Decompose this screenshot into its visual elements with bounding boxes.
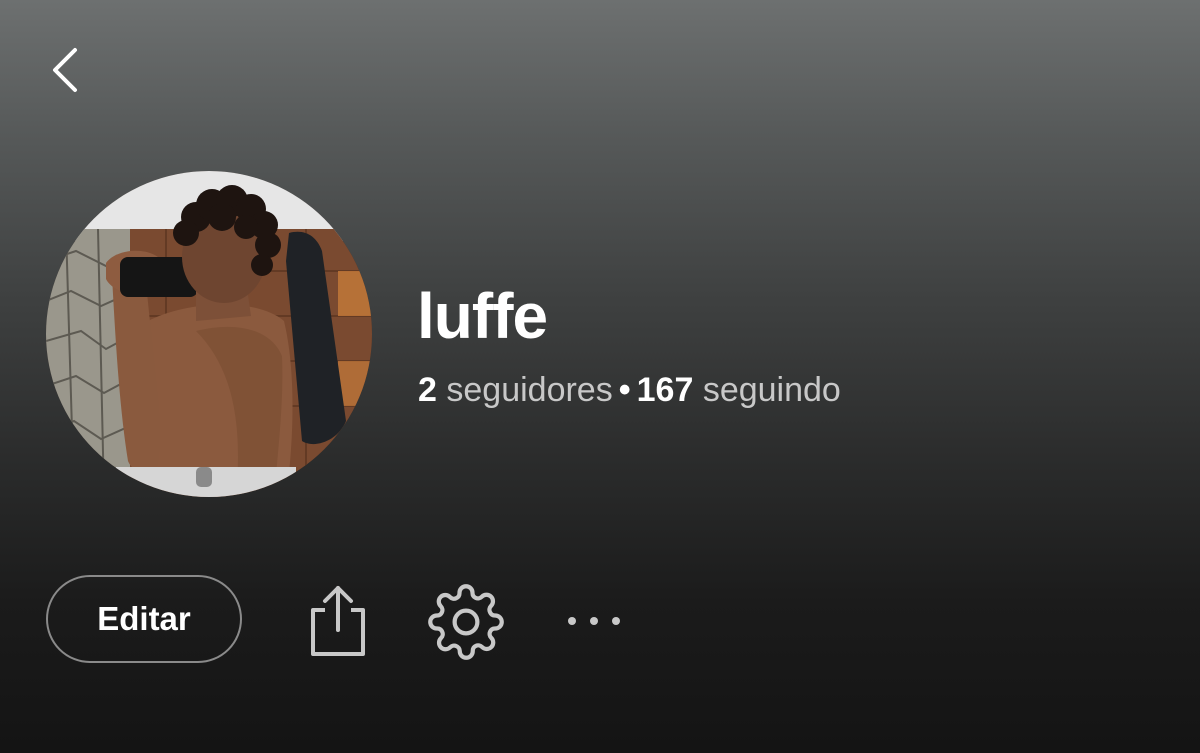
following-count[interactable]: 167: [637, 371, 694, 409]
more-horizontal-icon: [568, 617, 620, 625]
profile-name: luffe: [417, 280, 548, 352]
edit-profile-button[interactable]: Editar: [46, 575, 242, 663]
stats-separator: •: [618, 371, 631, 409]
followers-count[interactable]: 2: [418, 371, 437, 409]
settings-button[interactable]: [427, 583, 505, 661]
chevron-left-icon: [53, 48, 77, 92]
following-label[interactable]: seguindo: [703, 371, 841, 409]
followers-label[interactable]: seguidores: [446, 371, 612, 409]
profile-photo: [46, 171, 372, 497]
share-button[interactable]: [303, 582, 373, 658]
avatar[interactable]: [46, 171, 372, 497]
profile-stats: 2 seguidores • 167 seguindo: [418, 368, 841, 412]
share-icon: [311, 586, 365, 656]
gear-icon: [428, 584, 504, 660]
more-options-button[interactable]: [558, 598, 630, 644]
back-button[interactable]: [44, 44, 92, 96]
